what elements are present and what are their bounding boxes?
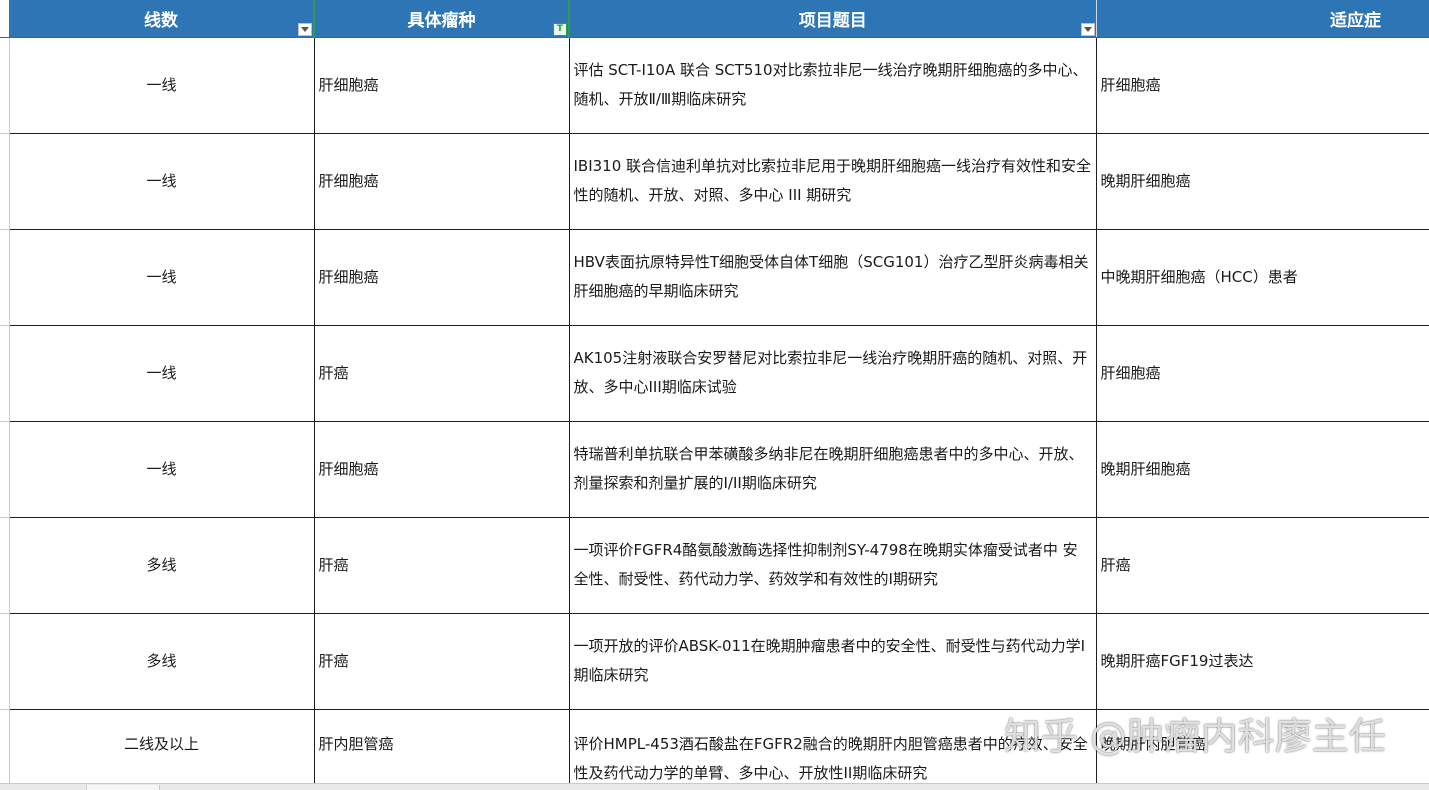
header-title-label: 项目题目 [798,10,867,31]
table-row: 一线 肝细胞癌 特瑞普利单抗联合甲苯磺酸多纳非尼在晚期肝细胞癌患者中的多中心、开… [0,421,1429,518]
header-title[interactable]: 项目题目 [569,0,1097,38]
cell-indication[interactable]: 晚期肝细胞癌 [1096,133,1429,230]
cell-line[interactable]: 多线 [9,517,315,614]
filter-dropdown-icon[interactable] [1080,22,1095,36]
cell-tumor[interactable]: 肝细胞癌 [314,133,570,230]
cell-line[interactable]: 多线 [9,613,315,710]
cell-title[interactable]: 评估 SCT-I10A 联合 SCT510对比索拉非尼一线治疗晚期肝细胞癌的多中… [569,37,1097,134]
cell-tumor[interactable]: 肝细胞癌 [314,421,570,518]
header-indication-label: 适应症 [1330,10,1381,31]
table-row: 一线 肝细胞癌 IBI310 联合信迪利单抗对比索拉非尼用于晚期肝细胞癌一线治疗… [0,133,1429,230]
row-header[interactable] [0,517,10,614]
filter-dropdown-icon[interactable] [298,22,312,36]
row-header[interactable] [0,613,10,710]
cell-line[interactable]: 一线 [9,133,315,230]
row-header[interactable] [0,421,10,518]
header-line-label: 线数 [144,10,178,31]
table-row: 一线 肝癌 AK105注射液联合安罗替尼对比索拉非尼一线治疗晚期肝癌的随机、对照… [0,325,1429,422]
row-header-corner[interactable] [0,0,9,38]
filter-active-icon[interactable]: T [553,22,567,36]
header-tumor[interactable]: 具体瘤种 T [313,0,570,38]
header-row: 线数 具体瘤种 T 项目题目 适应症 [0,0,1429,38]
cell-tumor[interactable]: 肝细胞癌 [314,37,570,134]
table-row: 多线 肝癌 一项开放的评价ABSK-011在晚期肿瘤患者中的安全性、耐受性与药代… [0,613,1429,710]
sheet-tab-bar [0,783,1429,790]
trials-table: 线数 具体瘤种 T 项目题目 适应症 一线 肝细胞癌 评估 SCT-I10A 联… [0,0,1429,789]
cell-line[interactable]: 一线 [9,421,315,518]
cell-tumor[interactable]: 肝内胆管癌 [314,709,570,789]
cell-title[interactable]: HBV表面抗原特异性T细胞受体自体T细胞（SCG101）治疗乙型肝炎病毒相关肝细… [569,229,1097,326]
cell-tumor[interactable]: 肝癌 [314,517,570,614]
cell-indication[interactable]: 肝细胞癌 [1096,325,1429,422]
cell-indication[interactable]: 晚期肝内胆管癌 [1096,709,1429,789]
sheet-tab[interactable] [86,785,160,790]
cell-tumor[interactable]: 肝细胞癌 [314,229,570,326]
cell-title[interactable]: 特瑞普利单抗联合甲苯磺酸多纳非尼在晚期肝细胞癌患者中的多中心、开放、剂量探索和剂… [569,421,1097,518]
cell-indication[interactable]: 晚期肝细胞癌 [1096,421,1429,518]
header-line[interactable]: 线数 [9,0,315,38]
header-tumor-label: 具体瘤种 [407,10,476,31]
cell-title[interactable]: AK105注射液联合安罗替尼对比索拉非尼一线治疗晚期肝癌的随机、对照、开放、多中… [569,325,1097,422]
table-row: 二线及以上 肝内胆管癌 评价HMPL-453酒石酸盐在FGFR2融合的晚期肝内胆… [0,709,1429,789]
cell-indication[interactable]: 肝细胞癌 [1096,37,1429,134]
cell-tumor[interactable]: 肝癌 [314,613,570,710]
cell-indication[interactable]: 中晚期肝细胞癌（HCC）患者 [1096,229,1429,326]
cell-line[interactable]: 二线及以上 [9,709,315,789]
spreadsheet: 线数 具体瘤种 T 项目题目 适应症 一线 肝细胞癌 评估 SCT-I10A 联… [0,0,1429,790]
cell-title[interactable]: IBI310 联合信迪利单抗对比索拉非尼用于晚期肝细胞癌一线治疗有效性和安全性的… [569,133,1097,230]
table-row: 多线 肝癌 一项评价FGFR4酪氨酸激酶选择性抑制剂SY-4798在晚期实体瘤受… [0,517,1429,614]
cell-line[interactable]: 一线 [9,325,315,422]
header-indication[interactable]: 适应症 [1096,0,1429,38]
cell-line[interactable]: 一线 [9,37,315,134]
row-header[interactable] [0,229,10,326]
table-row: 一线 肝细胞癌 HBV表面抗原特异性T细胞受体自体T细胞（SCG101）治疗乙型… [0,229,1429,326]
row-header[interactable] [0,133,10,230]
row-header[interactable] [0,325,10,422]
row-header[interactable] [0,709,10,789]
cell-title[interactable]: 一项评价FGFR4酪氨酸激酶选择性抑制剂SY-4798在晚期实体瘤受试者中 安全… [569,517,1097,614]
cell-line[interactable]: 一线 [9,229,315,326]
row-header[interactable] [0,37,10,134]
cell-indication[interactable]: 晚期肝癌FGF19过表达 [1096,613,1429,710]
cell-title[interactable]: 一项开放的评价ABSK-011在晚期肿瘤患者中的安全性、耐受性与药代动力学I期临… [569,613,1097,710]
table-row: 一线 肝细胞癌 评估 SCT-I10A 联合 SCT510对比索拉非尼一线治疗晚… [0,37,1429,134]
cell-title[interactable]: 评价HMPL-453酒石酸盐在FGFR2融合的晚期肝内胆管癌患者中的疗效、安全性… [569,709,1097,789]
cell-indication[interactable]: 肝癌 [1096,517,1429,614]
cell-tumor[interactable]: 肝癌 [314,325,570,422]
